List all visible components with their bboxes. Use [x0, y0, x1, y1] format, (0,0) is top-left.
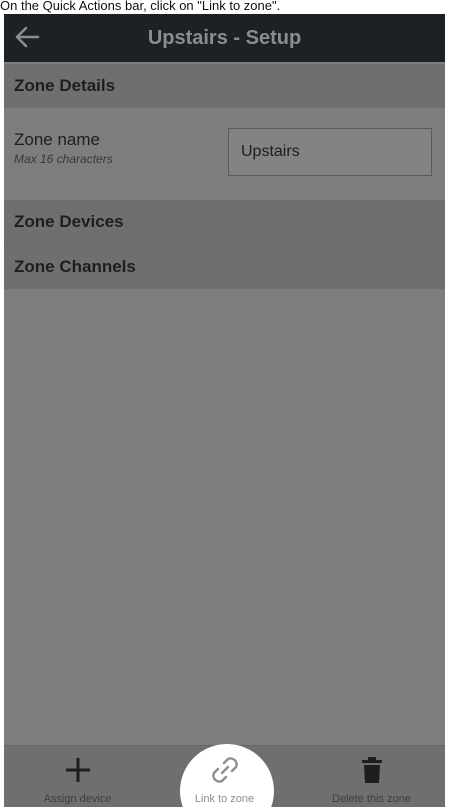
section-zone-details: Zone Details: [4, 64, 445, 108]
app-screen: Upstairs - Setup Zone Details Zone name …: [4, 14, 445, 807]
delete-zone-label: Delete this zone: [332, 793, 411, 805]
delete-zone-button[interactable]: Delete this zone: [298, 745, 445, 807]
section-zone-channels-label: Zone Channels: [14, 257, 136, 276]
assign-device-label: Assign device: [43, 793, 112, 805]
section-zone-details-label: Zone Details: [14, 76, 116, 95]
app-bar: Upstairs - Setup: [4, 14, 445, 62]
instruction-caption: On the Quick Actions bar, click on "Link…: [0, 0, 449, 14]
assign-device-button[interactable]: Assign device: [4, 745, 151, 807]
zone-name-label: Zone name: [14, 130, 100, 149]
link-icon: [151, 753, 298, 787]
zone-name-row: Zone name Max 16 characters Upstairs: [4, 108, 445, 200]
plus-icon: [4, 753, 151, 787]
link-to-zone-label: Link to zone: [194, 793, 255, 805]
section-zone-channels[interactable]: Zone Channels: [4, 245, 445, 289]
section-zone-devices-label: Zone Devices: [14, 212, 124, 231]
trash-icon: [298, 753, 445, 787]
zone-name-input[interactable]: Upstairs: [228, 128, 432, 176]
link-to-zone-button[interactable]: Link to zone: [151, 745, 298, 807]
section-zone-devices[interactable]: Zone Devices: [4, 200, 445, 244]
zone-name-hint: Max 16 characters: [14, 152, 113, 166]
page-title: Upstairs - Setup: [147, 26, 302, 49]
